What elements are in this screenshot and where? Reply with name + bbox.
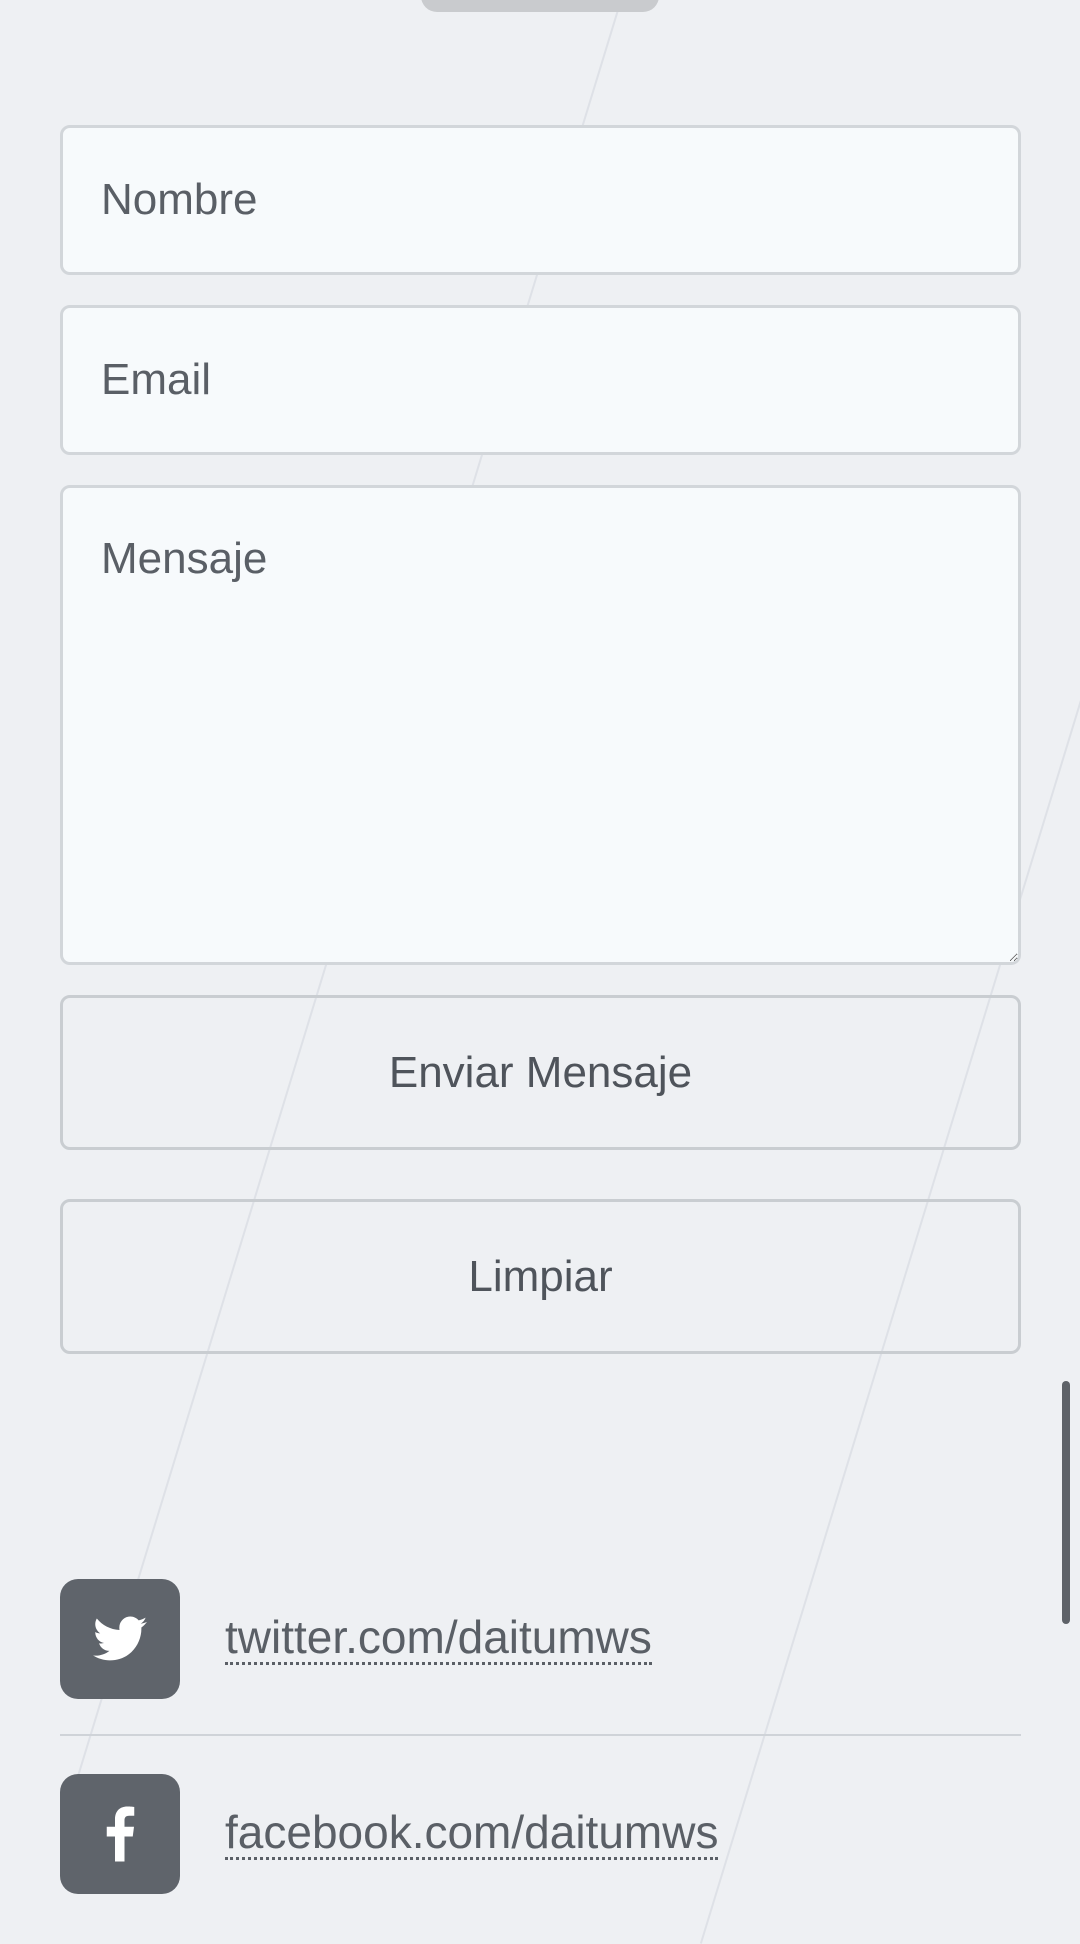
- social-item-facebook: facebook.com/daitumws: [60, 1774, 1021, 1894]
- clear-button[interactable]: Limpiar: [60, 1199, 1021, 1354]
- twitter-link[interactable]: twitter.com/daitumws: [225, 1613, 652, 1665]
- email-input[interactable]: [60, 305, 1021, 455]
- facebook-link[interactable]: facebook.com/daitumws: [225, 1808, 719, 1860]
- social-item-twitter: twitter.com/daitumws: [60, 1579, 1021, 1699]
- top-handle: [421, 0, 659, 12]
- name-input[interactable]: [60, 125, 1021, 275]
- facebook-icon[interactable]: [60, 1774, 180, 1894]
- social-divider: [60, 1734, 1021, 1736]
- message-textarea[interactable]: [60, 485, 1021, 965]
- twitter-icon[interactable]: [60, 1579, 180, 1699]
- send-message-button[interactable]: Enviar Mensaje: [60, 995, 1021, 1150]
- scrollbar[interactable]: [1062, 1381, 1070, 1624]
